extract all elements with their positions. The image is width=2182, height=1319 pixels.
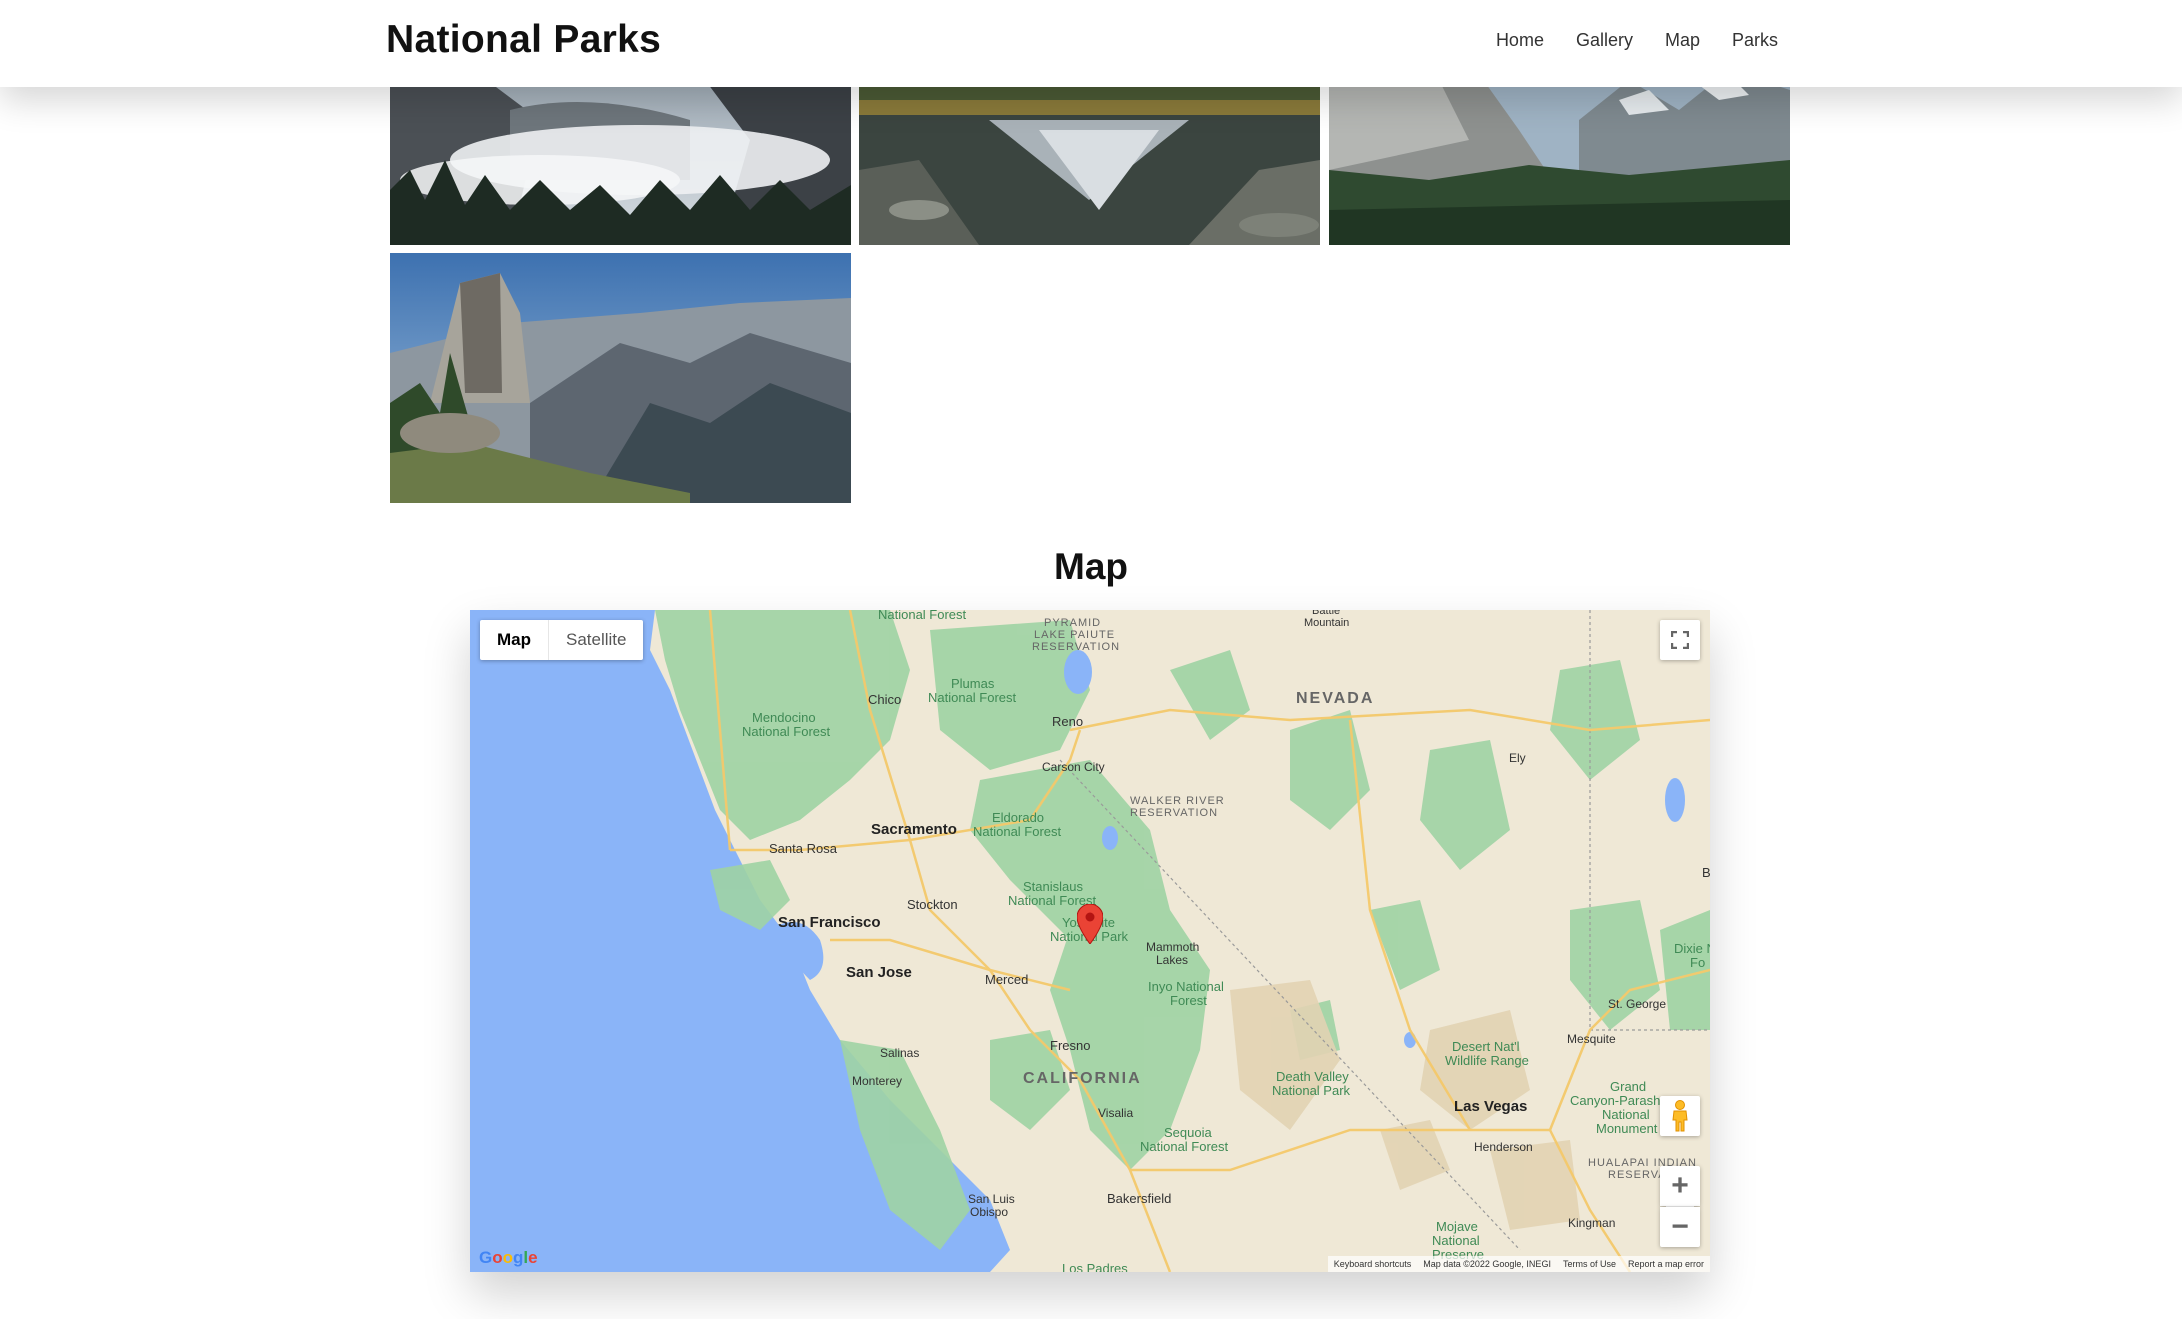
map-label: RESERVATION: [1032, 641, 1121, 653]
map-label: Obispo: [970, 1205, 1009, 1219]
half-dome-vista-photo: [390, 253, 851, 503]
map-type-map-button[interactable]: Map: [480, 620, 549, 660]
map-label: National Forest: [1140, 1139, 1229, 1154]
fullscreen-icon: [1671, 631, 1689, 649]
map-label: Mojave: [1436, 1219, 1478, 1234]
map-label: Chico: [868, 692, 902, 707]
zoom-out-button[interactable]: −: [1660, 1207, 1700, 1247]
map-label: Fresno: [1050, 1038, 1091, 1053]
map-label: Ely: [1509, 751, 1526, 765]
map-label: RESERVATION: [1130, 807, 1219, 819]
nav-map-link[interactable]: Map: [1665, 30, 1700, 51]
report-map-error-link[interactable]: Report a map error: [1628, 1256, 1704, 1272]
map-label: Sacramento: [871, 821, 957, 838]
map-label: National Forest: [928, 690, 1017, 705]
misty-valley-photo: [390, 60, 851, 245]
map-label: CALIFORNIA: [1023, 1070, 1142, 1087]
pegman-icon: [1672, 1100, 1688, 1132]
map-label: Reno: [1052, 714, 1084, 729]
map-type-control: Map Satellite: [480, 620, 644, 660]
map-label: San Jose: [846, 964, 912, 981]
map-label: Lakes: [1156, 953, 1189, 967]
location-marker-icon[interactable]: [1077, 904, 1103, 944]
map-label: NEVADA: [1296, 690, 1375, 707]
nav-home-link[interactable]: Home: [1496, 30, 1544, 51]
map-label: Merced: [985, 972, 1029, 987]
map-label: Salinas: [880, 1046, 920, 1060]
minus-icon: −: [1671, 1210, 1689, 1243]
map-label: Bakersfield: [1107, 1191, 1172, 1206]
zoom-in-button[interactable]: +: [1660, 1166, 1700, 1206]
map-label: Desert Nat'l: [1452, 1039, 1520, 1054]
map-label: Henderson: [1474, 1140, 1533, 1154]
map-data-text: Map data ©2022 Google, INEGI: [1423, 1259, 1551, 1269]
map-label: Eldorado: [992, 810, 1045, 825]
nav-parks-link[interactable]: Parks: [1732, 30, 1778, 51]
site-brand[interactable]: National Parks: [386, 18, 661, 62]
map-label: National: [1602, 1107, 1650, 1122]
gallery-image-half-dome-vista[interactable]: [390, 253, 851, 503]
site-header: National Parks Home Gallery Map Parks: [0, 0, 2182, 87]
map-label: National Forest: [878, 610, 967, 622]
map-label: San Francisco: [778, 914, 881, 931]
map-label: Fo: [1690, 955, 1706, 970]
reflection-pond-photo: [859, 60, 1320, 245]
map-label: Los Padres: [1062, 1261, 1128, 1273]
main-nav: Home Gallery Map Parks: [1496, 30, 1778, 51]
map-label: Kingman: [1568, 1216, 1616, 1230]
map-label: St. George: [1608, 997, 1667, 1011]
map-label: Mendocino: [752, 710, 816, 725]
map-label: Carson City: [1042, 760, 1105, 774]
map-attribution: Keyboard shortcuts Map data ©2022 Google…: [1327, 1256, 1710, 1272]
map-label: Mammoth: [1146, 940, 1200, 954]
map-label: Sequoia: [1164, 1125, 1212, 1140]
map-label: Stockton: [907, 897, 958, 912]
map-label: Visalia: [1098, 1106, 1134, 1120]
nav-gallery-link[interactable]: Gallery: [1576, 30, 1633, 51]
tunnel-view-photo: [1329, 60, 1790, 245]
map-label: Inyo National: [1148, 979, 1224, 994]
gallery-image-reflection-pond[interactable]: [859, 60, 1320, 245]
google-logo[interactable]: Google: [479, 1248, 538, 1268]
gallery-image-misty-valley[interactable]: [390, 60, 851, 245]
map-label: Dixie N: [1674, 941, 1710, 956]
map-label: National Park: [1272, 1083, 1351, 1098]
plus-icon: +: [1671, 1169, 1689, 1202]
map-label: Stanislaus: [1023, 879, 1083, 894]
map-label: Wildlife Range: [1445, 1053, 1529, 1068]
map-label: Mountain: [1304, 617, 1350, 629]
gallery-image-tunnel-view[interactable]: [1329, 60, 1790, 245]
map-label: Forest: [1170, 993, 1207, 1008]
map-label: National Forest: [742, 724, 831, 739]
map-label: B: [1702, 865, 1710, 880]
map-label: Mesquite: [1567, 1032, 1616, 1046]
map-label: Santa Rosa: [769, 841, 837, 856]
street-view-button[interactable]: [1660, 1096, 1700, 1136]
map-label: National Forest: [973, 824, 1062, 839]
map-label: Monument: [1596, 1121, 1658, 1136]
map-type-satellite-button[interactable]: Satellite: [549, 620, 643, 660]
fullscreen-button[interactable]: [1660, 620, 1700, 660]
map-label: Plumas: [951, 676, 995, 691]
map-label: Grand: [1610, 1079, 1647, 1094]
keyboard-shortcuts-link[interactable]: Keyboard shortcuts: [1334, 1256, 1412, 1272]
map-label: Death Valley: [1276, 1069, 1349, 1084]
map-label: San Luis: [968, 1192, 1015, 1206]
map-label: National: [1432, 1233, 1480, 1248]
map-section-title: Map: [1054, 546, 1128, 587]
terms-of-use-link[interactable]: Terms of Use: [1563, 1256, 1616, 1272]
map-label: Las Vegas: [1454, 1098, 1528, 1115]
map-label: Monterey: [852, 1074, 903, 1088]
google-map[interactable]: National Forest PYRAMID LAKE PAIUTE RESE…: [470, 610, 1710, 1272]
